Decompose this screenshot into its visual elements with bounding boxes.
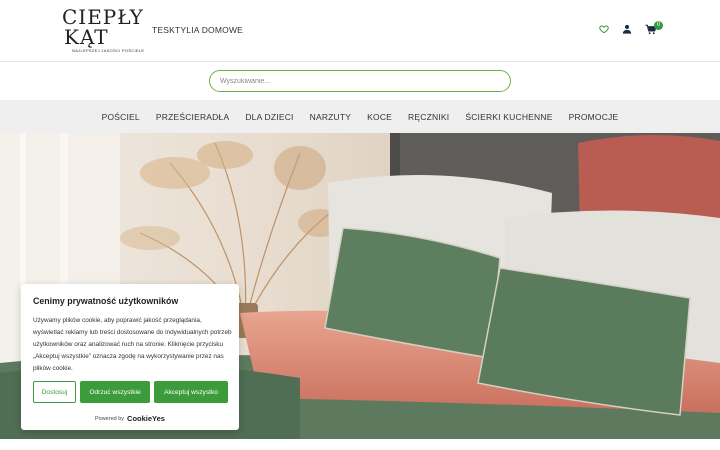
cookie-consent-banner: Cenimy prywatność użytkowników Używamy p… — [21, 284, 239, 430]
cart-count-badge: 0 — [654, 21, 663, 30]
nav-item-narzuty[interactable]: NARZUTY — [302, 112, 360, 122]
nav-item-koce[interactable]: KOCE — [359, 112, 400, 122]
accept-all-button[interactable]: Akceptuj wszystko — [154, 381, 228, 403]
logo-line-2: KĄT — [64, 25, 109, 49]
page: CIEPŁY KĄT NAJLEPSZEJ JAKOŚCI POŚCIELE T… — [0, 0, 720, 450]
powered-by-label: Powered by — [95, 415, 125, 422]
cookie-title: Cenimy prywatność użytkowników — [33, 296, 179, 306]
logo-tagline: NAJLEPSZEJ JAKOŚCI POŚCIELE — [72, 48, 145, 53]
search-row — [0, 62, 720, 100]
nav-item-dla-dzieci[interactable]: DLA DZIECI — [237, 112, 301, 122]
search-input[interactable] — [209, 70, 511, 92]
powered-by[interactable]: Powered by CookieYes — [95, 414, 165, 423]
heart-icon[interactable] — [597, 22, 611, 36]
nav-item-przescieradla[interactable]: PRZEŚCIERADŁA — [148, 112, 237, 122]
customize-button[interactable]: Dostosuj — [33, 381, 76, 403]
main-navigation: POŚCIEL PRZEŚCIERADŁA DLA DZIECI NARZUTY… — [0, 100, 720, 133]
nav-item-reczniki[interactable]: RĘCZNIKI — [400, 112, 457, 122]
user-icon[interactable] — [620, 22, 634, 36]
top-category-link[interactable]: TESKTYLIA DOMOWE — [152, 25, 243, 35]
brand-logo[interactable]: CIEPŁY KĄT NAJLEPSZEJ JAKOŚCI POŚCIELE — [60, 6, 144, 56]
site-header: CIEPŁY KĄT NAJLEPSZEJ JAKOŚCI POŚCIELE T… — [0, 0, 720, 62]
page-bottom-strip — [0, 439, 720, 450]
cookieyes-logo: CookieYes — [127, 414, 165, 423]
nav-item-promocje[interactable]: PROMOCJE — [561, 112, 627, 122]
cookie-description: Używamy plików cookie, aby poprawić jako… — [33, 317, 232, 372]
reject-all-button[interactable]: Odrzuć wszystkie — [80, 381, 150, 403]
nav-item-scierki-kuchenne[interactable]: ŚCIERKI KUCHENNE — [457, 112, 560, 122]
nav-item-posciel[interactable]: POŚCIEL — [94, 112, 148, 122]
